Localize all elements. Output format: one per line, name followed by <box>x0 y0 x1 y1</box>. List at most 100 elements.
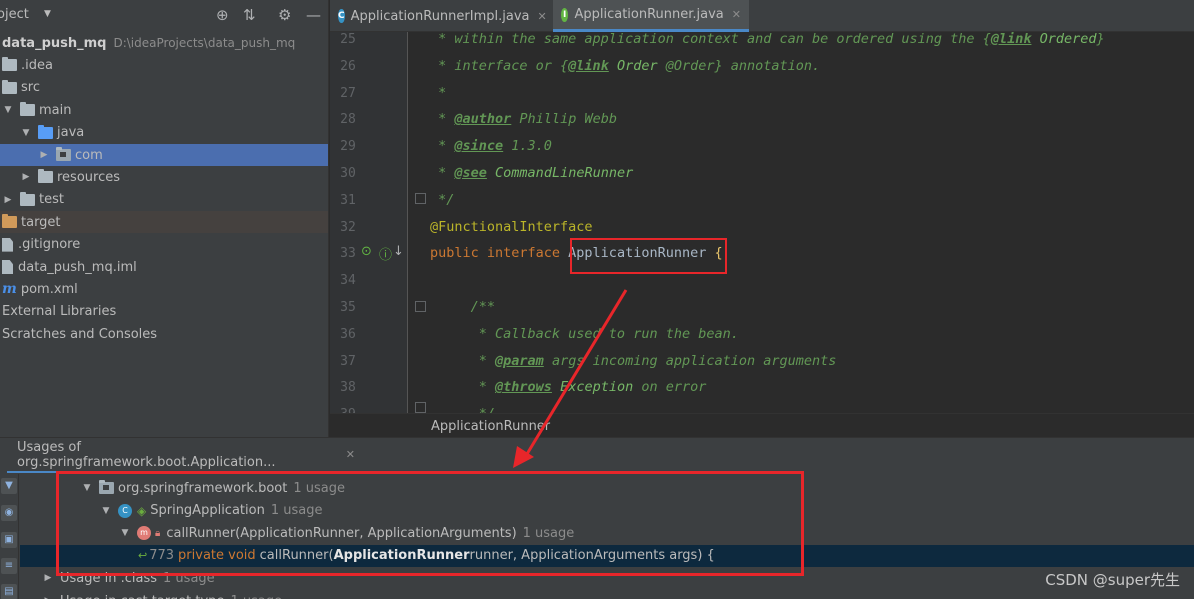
maven-icon: m <box>2 281 17 298</box>
tree-arrow-icon[interactable]: ▼ <box>2 105 14 115</box>
tree-item-label: .idea <box>21 57 53 73</box>
code-line[interactable]: */ <box>430 406 495 413</box>
code-token: * <box>430 138 455 155</box>
code-line[interactable]: * @param args incoming application argum… <box>430 352 837 369</box>
tree-arrow-icon[interactable]: ▶ <box>42 573 54 583</box>
tree-item-label: resources <box>57 169 121 185</box>
code-line[interactable]: * <box>430 85 446 101</box>
tree-item[interactable]: data_push_mq.iml <box>0 256 328 278</box>
code-token: CommandLineRunner <box>495 165 634 181</box>
collapse-icon[interactable]: ⇅ <box>243 6 256 24</box>
code-token: Exception <box>560 379 634 396</box>
close-icon[interactable]: ✕ <box>732 8 741 21</box>
code-line[interactable]: * within the same application context an… <box>430 32 1105 47</box>
close-icon[interactable]: ✕ <box>538 10 547 23</box>
tree-item-path: D:\ideaProjects\data_push_mq <box>113 36 296 50</box>
code-line[interactable]: * @author Phillip Webb <box>430 111 617 127</box>
tab-label: ApplicationRunner.java <box>574 7 724 22</box>
code-line[interactable]: * @throws Exception on error <box>430 379 707 396</box>
code-token: } <box>1096 32 1105 47</box>
line-number: 30 <box>340 166 356 181</box>
folder-icon <box>20 191 35 206</box>
code-line[interactable]: * @since 1.3.0 <box>430 138 552 154</box>
line-number: 26 <box>340 58 356 74</box>
tree-item-label: .gitignore <box>18 237 81 253</box>
tree-arrow-icon[interactable]: ▶ <box>20 172 32 182</box>
code-token: * interface or { <box>430 57 569 74</box>
interface-icon: I <box>561 7 569 22</box>
tree-item[interactable]: data_push_mq D:\ideaProjects\data_push_mq <box>0 32 328 54</box>
tree-item[interactable]: m pom.xml <box>0 278 328 300</box>
tree-item[interactable]: ▼ java <box>0 122 328 144</box>
tree-item[interactable]: ▶ test <box>0 189 328 211</box>
line-number: 37 <box>340 353 356 369</box>
gear-icon[interactable]: ⚙ <box>278 6 291 24</box>
tree-item[interactable]: .gitignore <box>0 234 328 256</box>
code-line[interactable]: * interface or {@link Order @Order} anno… <box>430 58 820 74</box>
usages-panel: Usages of org.springframework.boot.Appli… <box>0 437 1194 599</box>
tab-application-runner[interactable]: I ApplicationRunner.java ✕ <box>553 0 749 32</box>
tree-item-label: target <box>21 214 61 230</box>
chevron-down-icon[interactable]: ▼ <box>44 9 51 19</box>
tree-item[interactable]: target <box>0 211 328 234</box>
usage-row[interactable]: ▶Usage in cast target type1 usage <box>20 590 1194 599</box>
code-line[interactable]: * @see CommandLineRunner <box>430 165 633 181</box>
tree-arrow-icon[interactable]: ▼ <box>20 128 32 138</box>
tab-application-runner-impl[interactable]: C ApplicationRunnerImpl.java ✕ <box>330 0 552 32</box>
code-editor[interactable]: 252627282930313233343536373839 * within … <box>330 32 1194 413</box>
project-panel-title[interactable]: roject <box>0 7 29 22</box>
close-icon[interactable]: ✕ <box>346 448 355 461</box>
line-number: 29 <box>340 139 356 155</box>
code-line[interactable]: */ <box>430 192 454 208</box>
tree-item[interactable]: src <box>0 77 328 99</box>
hide-icon[interactable]: — <box>306 6 321 24</box>
fold-icon[interactable] <box>415 193 426 204</box>
code-token: * <box>430 84 447 101</box>
code-line[interactable]: * Callback used to run the bean. <box>430 326 739 342</box>
tree-item[interactable]: ▼ main <box>0 99 328 121</box>
code-token: Ordered <box>1039 32 1097 47</box>
line-number: 28 <box>340 112 356 128</box>
info-icon[interactable]: ⓘ <box>379 244 392 263</box>
tree-item-label: java <box>57 125 85 141</box>
preview-icon[interactable]: ▣ <box>1 532 17 548</box>
code-line[interactable]: /** <box>430 299 495 315</box>
tree-item[interactable]: .idea <box>0 54 328 76</box>
tree-item[interactable]: ▶ com <box>0 144 328 166</box>
line-number: 36 <box>340 326 356 342</box>
line-number-gutter: 252627282930313233343536373839 <box>330 32 408 413</box>
implemented-icon[interactable]: ⊙ <box>361 244 372 259</box>
breadcrumb[interactable]: ApplicationRunner <box>330 413 1194 437</box>
tree-item[interactable]: Scratches and Consoles <box>0 323 328 345</box>
usages-tab[interactable]: Usages of org.springframework.boot.Appli… <box>7 438 355 473</box>
tree-item-label: test <box>39 192 64 208</box>
tree-item-label: data_push_mq.iml <box>18 259 137 275</box>
folder-icon <box>2 57 17 72</box>
override-arrow-icon[interactable]: ↓ <box>393 244 404 259</box>
tree-item[interactable]: ▶ resources <box>0 166 328 188</box>
settings-icon[interactable]: ▤ <box>1 584 17 599</box>
tree-arrow-icon[interactable]: ▶ <box>38 150 50 160</box>
target-icon[interactable]: ⊕ <box>216 6 229 24</box>
code-token: * Callback used to run the bean. <box>430 325 739 342</box>
line-number: 38 <box>340 380 356 396</box>
code-token: * <box>430 352 496 369</box>
fold-icon[interactable] <box>415 402 426 413</box>
folder-icon <box>20 102 35 117</box>
group-icon[interactable]: ◉ <box>1 505 17 521</box>
code-token: /** <box>430 299 496 315</box>
file-icon <box>2 237 13 252</box>
flatten-icon[interactable]: ≡ <box>1 558 17 574</box>
tree-item-label: main <box>39 102 72 118</box>
tree-item[interactable]: External Libraries <box>0 301 328 323</box>
fold-icon[interactable] <box>415 301 426 312</box>
code-token: * <box>430 379 496 396</box>
highlight-box-usages <box>56 471 804 576</box>
filter-icon[interactable]: ▼ <box>1 478 17 494</box>
code-token: @throws <box>495 379 552 396</box>
tree-arrow-icon[interactable]: ▶ <box>2 195 14 205</box>
tree-item-label: pom.xml <box>20 281 78 297</box>
code-line[interactable]: @FunctionalInterface <box>430 219 593 235</box>
